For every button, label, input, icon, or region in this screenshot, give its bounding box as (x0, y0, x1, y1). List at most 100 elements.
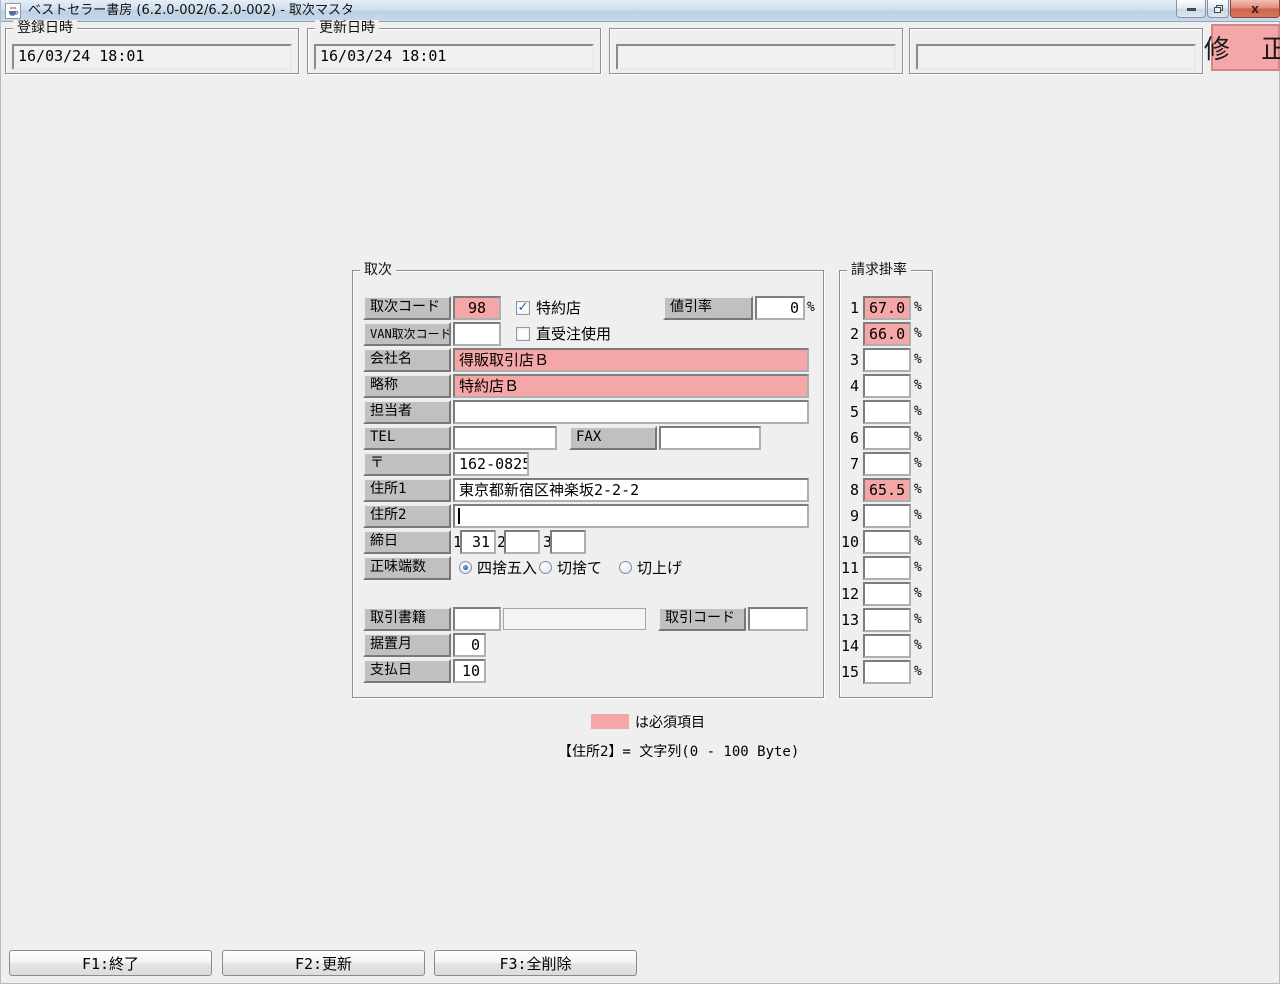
close-icon: x (1251, 3, 1259, 15)
billing-rate-field-1[interactable]: 67.0 (863, 296, 911, 320)
billing-rate-field-8[interactable]: 65.5 (863, 478, 911, 502)
header-group-3-value (616, 44, 896, 70)
percent-sign: % (914, 556, 922, 580)
updated-datetime-label: 更新日時 (315, 20, 379, 36)
closing-day-field-2[interactable] (504, 530, 540, 554)
percent-sign: % (914, 478, 922, 502)
percent-sign: % (914, 322, 922, 346)
percent-sign: % (914, 660, 922, 684)
rate-row-number: 5 (841, 400, 859, 424)
agency-code-field[interactable]: 98 (453, 296, 501, 320)
billing-rate-field-4[interactable] (863, 374, 911, 398)
billing-rate-field-9[interactable] (863, 504, 911, 528)
billing-rate-field-3[interactable] (863, 348, 911, 372)
billing-rate-field-13[interactable] (863, 608, 911, 632)
grace-month-field[interactable]: 0 (453, 633, 486, 657)
required-color-swatch (591, 714, 629, 729)
short-name-field[interactable]: 特約店Ｂ (453, 374, 809, 398)
billing-rate-field-7[interactable] (863, 452, 911, 476)
edit-mode-indicator: 修 正 (1211, 24, 1280, 71)
trade-books-name-field (503, 608, 646, 630)
van-agency-code-label: VAN取次コード (363, 322, 451, 346)
window-controls: x (1175, 0, 1280, 19)
updated-datetime-group: 更新日時 16/03/24 18:01 (307, 28, 601, 74)
address1-label: 住所1 (363, 478, 451, 502)
address2-field[interactable] (453, 504, 809, 528)
rate-row-number: 4 (841, 374, 859, 398)
window-title: ベストセラー書房 (6.2.0-002/6.2.0-002) - 取次マスタ (28, 0, 354, 22)
java-app-icon (5, 3, 21, 19)
f3-delete-all-button[interactable]: F3:全削除 (434, 950, 637, 976)
percent-sign: % (914, 634, 922, 658)
billing-rate-field-12[interactable] (863, 582, 911, 606)
discount-rate-unit: % (807, 296, 815, 320)
postal-code-field[interactable]: 162-0825 (453, 452, 529, 476)
check-icon: ✓ (518, 301, 529, 314)
rate-row-number: 15 (841, 660, 859, 684)
rate-row-number: 11 (841, 556, 859, 580)
direct-order-label: 直受注使用 (536, 322, 611, 346)
net-rounding-label: 正味端数 (363, 556, 451, 580)
percent-sign: % (914, 582, 922, 606)
rate-row-number: 12 (841, 582, 859, 606)
billing-rate-field-10[interactable] (863, 530, 911, 554)
closing-day-field-3[interactable] (550, 530, 586, 554)
closing-day-field-1[interactable]: 31 (460, 530, 496, 554)
billing-rate-field-14[interactable] (863, 634, 911, 658)
rate-row-number: 3 (841, 348, 859, 372)
address1-field[interactable]: 東京都新宿区神楽坂2-2-2 (453, 478, 809, 502)
direct-order-checkbox[interactable]: ✓ (516, 327, 530, 341)
tel-label: TEL (363, 426, 451, 450)
updated-datetime-value: 16/03/24 18:01 (314, 44, 594, 70)
agency-group-title: 取次 (360, 262, 396, 278)
discount-rate-label: 値引率 (663, 296, 753, 320)
billing-rate-field-15[interactable] (863, 660, 911, 684)
close-button[interactable]: x (1230, 0, 1280, 18)
rounding-radio-2[interactable] (539, 561, 552, 574)
percent-sign: % (914, 426, 922, 450)
agency-code-label: 取次コード (363, 296, 451, 320)
restore-icon (1214, 5, 1223, 13)
f1-exit-button[interactable]: F1:終了 (9, 950, 212, 976)
percent-sign: % (914, 504, 922, 528)
special-store-checkbox[interactable]: ✓ (516, 301, 530, 315)
van-agency-code-field[interactable] (453, 322, 501, 346)
rounding-option-label: 切上げ (637, 556, 682, 580)
fax-field[interactable] (659, 426, 761, 450)
title-bar: ベストセラー書房 (6.2.0-002/6.2.0-002) - 取次マスタ x (1, 0, 1280, 22)
text-cursor (458, 508, 460, 524)
percent-sign: % (914, 296, 922, 320)
rounding-radio-1[interactable] (459, 561, 472, 574)
rounding-option-label: 四捨五入 (477, 556, 537, 580)
special-store-label: 特約店 (536, 296, 581, 320)
rate-row-number: 13 (841, 608, 859, 632)
rounding-option-label: 切捨て (557, 556, 602, 580)
company-name-field[interactable]: 得販取引店Ｂ (453, 348, 809, 372)
percent-sign: % (914, 400, 922, 424)
percent-sign: % (914, 452, 922, 476)
rate-row-number: 10 (841, 530, 859, 554)
billing-rate-field-11[interactable] (863, 556, 911, 580)
rate-row-number: 8 (841, 478, 859, 502)
trade-books-code-field[interactable] (453, 607, 501, 631)
tel-field[interactable] (453, 426, 557, 450)
contact-person-label: 担当者 (363, 400, 451, 424)
billing-rate-field-5[interactable] (863, 400, 911, 424)
billing-rate-field-2[interactable]: 66.0 (863, 322, 911, 346)
rate-row-number: 6 (841, 426, 859, 450)
minimize-button[interactable] (1176, 0, 1206, 18)
f2-update-button[interactable]: F2:更新 (222, 950, 425, 976)
payment-day-field[interactable]: 10 (453, 659, 486, 683)
contact-person-field[interactable] (453, 400, 809, 424)
billing-rate-field-6[interactable] (863, 426, 911, 450)
fax-label: FAX (569, 426, 657, 450)
short-name-label: 略称 (363, 374, 451, 398)
trade-code-field[interactable] (748, 607, 808, 631)
registered-datetime-group: 登録日時 16/03/24 18:01 (5, 28, 299, 74)
payment-day-label: 支払日 (363, 659, 451, 683)
discount-rate-field[interactable]: 0 (755, 296, 805, 320)
rounding-radio-3[interactable] (619, 561, 632, 574)
rate-row-number: 14 (841, 634, 859, 658)
postal-code-label: 〒 (363, 452, 451, 476)
maximize-button[interactable] (1207, 0, 1229, 18)
